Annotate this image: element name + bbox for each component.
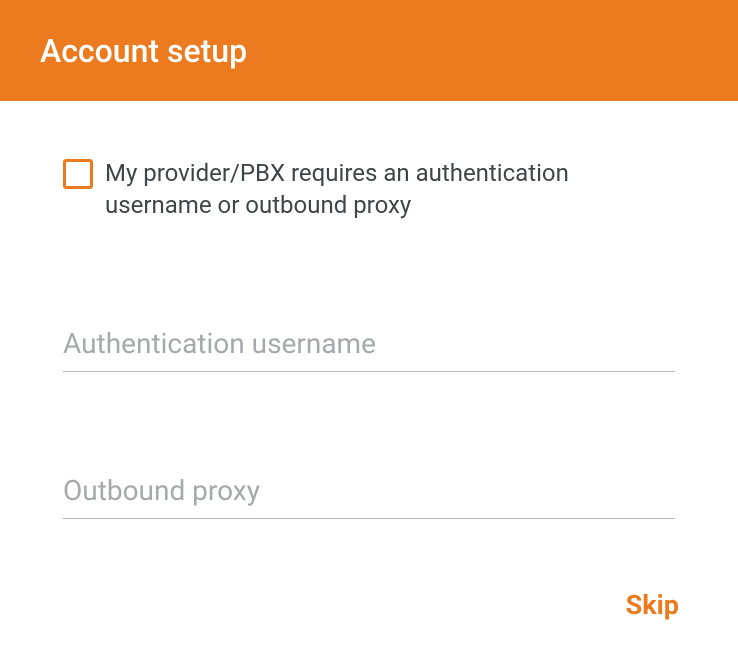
advanced-options-row: My provider/PBX requires an authenticati… xyxy=(63,157,675,221)
outbound-proxy-input[interactable] xyxy=(63,468,675,519)
auth-username-input[interactable] xyxy=(63,321,675,372)
advanced-options-label: My provider/PBX requires an authenticati… xyxy=(105,157,675,221)
content-area: My provider/PBX requires an authenticati… xyxy=(0,101,738,519)
advanced-options-checkbox[interactable] xyxy=(63,159,93,189)
app-header: Account setup xyxy=(0,0,738,101)
auth-username-group xyxy=(63,321,675,372)
skip-button[interactable]: Skip xyxy=(622,581,683,629)
outbound-proxy-group xyxy=(63,468,675,519)
page-title: Account setup xyxy=(40,32,247,70)
footer-actions: Skip xyxy=(0,581,738,629)
